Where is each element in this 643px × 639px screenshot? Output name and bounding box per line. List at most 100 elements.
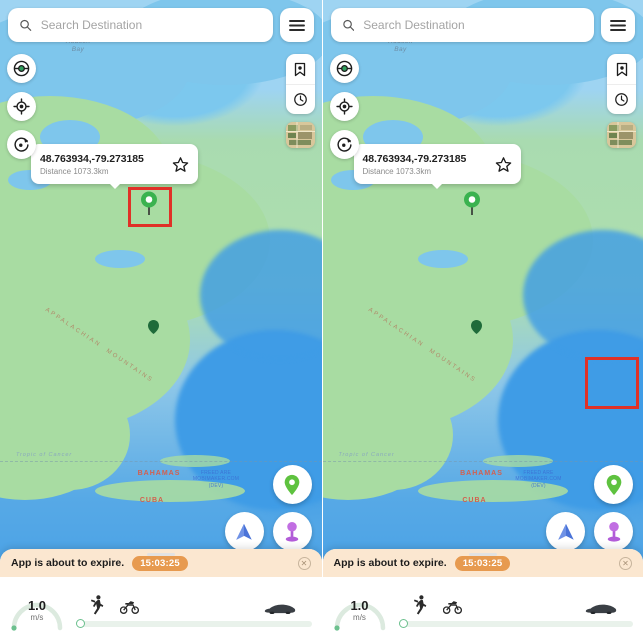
compass-rotate-icon <box>336 137 352 152</box>
star-outline-icon[interactable] <box>172 156 189 173</box>
fab-start-navigation[interactable] <box>224 512 264 551</box>
coordinate-text-block: 48.763934,-79.273185 Distance 1073.3km <box>363 153 495 176</box>
map-label-bahamas: BAHAMAS <box>137 470 181 477</box>
speed-slider-knob[interactable] <box>398 618 408 628</box>
pokeball-radar-icon <box>336 60 352 77</box>
fab-select-location[interactable] <box>272 465 312 504</box>
fab-start-navigation[interactable] <box>546 512 585 551</box>
search-input[interactable] <box>363 18 583 32</box>
speed-unit: m/s <box>353 613 366 622</box>
radar-button[interactable] <box>329 54 359 83</box>
hamburger-menu-icon <box>610 19 626 31</box>
search-bar[interactable] <box>8 8 273 42</box>
locate-button[interactable] <box>329 92 359 121</box>
bottom-sheet: App is about to expire. 15:03:25 ✕ 1.0 m… <box>0 549 322 639</box>
destination-pin-icon[interactable] <box>462 190 482 216</box>
close-icon[interactable]: ✕ <box>297 556 311 570</box>
speed-control-row: 1.0 m/s <box>322 577 643 639</box>
mode-icon-row <box>76 590 312 615</box>
rotate-button[interactable] <box>329 130 359 159</box>
fab-select-location[interactable] <box>594 465 633 504</box>
expire-message: App is about to expire. <box>11 557 125 569</box>
coordinate-value: 48.763934,-79.273185 <box>362 152 467 165</box>
speed-gauge: 1.0 m/s <box>329 582 391 634</box>
menu-button[interactable] <box>279 8 314 42</box>
coordinate-card[interactable]: 48.763934,-79.273185 Distance 1073.3km <box>353 144 521 189</box>
map-style-button[interactable] <box>285 122 315 148</box>
speed-slider-knob[interactable] <box>76 618 85 628</box>
right-control-column <box>285 54 315 148</box>
car-mode-icon[interactable] <box>264 602 296 615</box>
bike-mode-icon[interactable] <box>120 599 139 615</box>
car-mode-icon[interactable] <box>585 602 617 615</box>
speed-unit: m/s <box>30 613 44 622</box>
card-pointer-tail <box>108 183 121 189</box>
left-control-column <box>329 54 359 159</box>
app-panel-before: Hudson Bay APPALACHIAN MOUNTAINS BAHAMAS… <box>0 0 322 639</box>
radar-button[interactable] <box>7 54 36 83</box>
distance-value: Distance 1073.3km <box>362 166 431 176</box>
origin-marker-icon[interactable] <box>147 320 160 334</box>
tropic-of-cancer-line <box>0 461 322 462</box>
history-button[interactable] <box>285 84 315 114</box>
search-bar[interactable] <box>330 8 594 42</box>
clock-history-icon <box>293 93 307 106</box>
bookmark-button[interactable] <box>286 54 315 84</box>
search-icon <box>20 19 32 31</box>
map-layers-thumbnail <box>607 122 636 148</box>
speed-slider-track[interactable] <box>398 618 633 628</box>
hamburger-menu-icon <box>288 19 305 31</box>
crosshair-locate-icon <box>335 98 353 115</box>
history-button[interactable] <box>607 84 636 114</box>
coordinate-value: 48.763934,-79.273185 <box>40 152 144 165</box>
blue-navigation-arrow-icon <box>557 523 574 540</box>
rotate-button[interactable] <box>7 130 36 159</box>
expire-timer-badge: 15:03:25 <box>132 555 188 571</box>
compass-rotate-icon <box>14 137 29 152</box>
speed-mode-column <box>398 590 633 628</box>
map-label-bahamas: BAHAMAS <box>460 470 503 477</box>
speed-mode-column <box>76 590 312 628</box>
origin-marker-icon[interactable] <box>470 320 483 334</box>
purple-joystick-icon <box>607 521 620 542</box>
speed-gauge: 1.0 m/s <box>6 582 68 634</box>
coordinate-text-block: 48.763934,-79.273185 Distance 1073.3km <box>40 153 172 176</box>
walk-mode-icon[interactable] <box>413 594 428 615</box>
menu-button[interactable] <box>601 8 635 42</box>
top-bar <box>330 8 635 42</box>
green-map-pin-icon <box>606 474 621 495</box>
bookmark-icon <box>616 62 627 76</box>
map-style-button[interactable] <box>607 122 636 148</box>
fab-joystick[interactable] <box>272 512 312 551</box>
top-bar <box>8 8 314 42</box>
blue-navigation-arrow-icon <box>236 523 252 540</box>
expire-message: App is about to expire. <box>333 557 447 569</box>
screenshot-comparison-pair: Hudson Bay APPALACHIAN MOUNTAINS BAHAMAS… <box>0 0 643 639</box>
star-outline-icon[interactable] <box>495 156 512 173</box>
sheet-grabber[interactable] <box>468 553 497 556</box>
locate-button[interactable] <box>7 92 36 121</box>
speed-value: 1.0 <box>350 598 369 613</box>
walk-mode-icon[interactable] <box>90 594 105 615</box>
search-icon <box>342 19 354 31</box>
app-panel-after: Hudson Bay APPALACHIAN MOUNTAINS BAHAMAS… <box>321 0 643 639</box>
map-layers-thumbnail <box>285 122 315 148</box>
search-input[interactable] <box>40 18 262 32</box>
destination-pin-icon[interactable] <box>139 190 159 216</box>
purple-joystick-icon <box>285 521 299 542</box>
card-pointer-tail <box>431 183 443 189</box>
crosshair-locate-icon <box>13 98 30 115</box>
coordinate-card[interactable]: 48.763934,-79.273185 Distance 1073.3km <box>31 144 198 189</box>
speed-slider-track[interactable] <box>76 618 312 628</box>
tropic-of-cancer-line <box>322 461 643 462</box>
fab-joystick[interactable] <box>594 512 633 551</box>
green-map-pin-icon <box>284 474 300 495</box>
speed-value: 1.0 <box>27 598 47 613</box>
bookmark-button[interactable] <box>607 54 636 84</box>
sheet-grabber[interactable] <box>146 553 175 556</box>
bike-mode-icon[interactable] <box>442 599 462 615</box>
close-icon[interactable]: ✕ <box>619 556 632 570</box>
clock-history-icon <box>615 93 628 106</box>
speed-control-row: 1.0 m/s <box>0 577 322 639</box>
bottom-sheet: App is about to expire. 15:03:25 ✕ 1.0 m… <box>322 549 643 639</box>
